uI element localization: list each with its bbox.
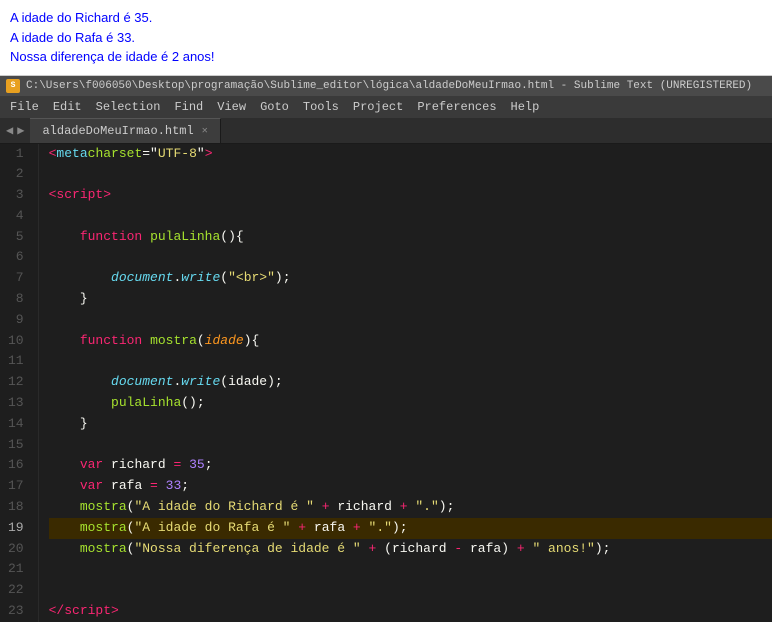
ln-20: 20 bbox=[8, 539, 28, 560]
tab-label: aldadeDoMeuIrmao.html bbox=[42, 124, 193, 138]
ln-15: 15 bbox=[8, 435, 28, 456]
nav-back-icon[interactable]: ◀ bbox=[6, 123, 13, 138]
nav-arrows: ◀ ▶ bbox=[0, 119, 30, 142]
output-line-2: A idade do Rafa é 33. bbox=[10, 28, 762, 48]
code-line-13: pulaLinha(); bbox=[49, 393, 772, 414]
title-bar: S C:\Users\f006050\Desktop\programação\S… bbox=[0, 76, 772, 96]
menu-project[interactable]: Project bbox=[347, 98, 409, 116]
ln-10: 10 bbox=[8, 331, 28, 352]
code-line-23: </script> bbox=[49, 601, 772, 622]
code-area[interactable]: <meta charset="UTF-8"> <script> function… bbox=[39, 144, 772, 622]
ln-7: 7 bbox=[8, 268, 28, 289]
output-line-3: Nossa diferença de idade é 2 anos! bbox=[10, 47, 762, 67]
menu-selection[interactable]: Selection bbox=[90, 98, 167, 116]
menu-preferences[interactable]: Preferences bbox=[411, 98, 502, 116]
ln-3: 3 bbox=[8, 185, 28, 206]
ln-9: 9 bbox=[8, 310, 28, 331]
ln-19: 19 bbox=[8, 518, 28, 539]
ln-23: 23 bbox=[8, 601, 28, 622]
output-line-1: A idade do Richard é 35. bbox=[10, 8, 762, 28]
code-line-19: mostra("A idade do Rafa é " + rafa + "."… bbox=[49, 518, 772, 539]
code-line-11 bbox=[49, 351, 772, 372]
menu-find[interactable]: Find bbox=[168, 98, 209, 116]
ln-14: 14 bbox=[8, 414, 28, 435]
code-line-7: document.write("<br>"); bbox=[49, 268, 772, 289]
menu-bar: File Edit Selection Find View Goto Tools… bbox=[0, 96, 772, 118]
code-line-4 bbox=[49, 206, 772, 227]
code-line-17: var rafa = 33; bbox=[49, 476, 772, 497]
tab-close-icon[interactable]: ✕ bbox=[202, 125, 208, 137]
code-line-15 bbox=[49, 435, 772, 456]
code-line-1: <meta charset="UTF-8"> bbox=[49, 144, 772, 165]
code-line-8: } bbox=[49, 289, 772, 310]
tab-aldade[interactable]: aldadeDoMeuIrmao.html ✕ bbox=[30, 118, 220, 143]
ln-16: 16 bbox=[8, 455, 28, 476]
menu-help[interactable]: Help bbox=[505, 98, 546, 116]
ln-11: 11 bbox=[8, 351, 28, 372]
code-line-21 bbox=[49, 559, 772, 580]
code-line-20: mostra("Nossa diferença de idade é " + (… bbox=[49, 539, 772, 560]
menu-goto[interactable]: Goto bbox=[254, 98, 295, 116]
tab-bar: ◀ ▶ aldadeDoMeuIrmao.html ✕ bbox=[0, 118, 772, 144]
ln-12: 12 bbox=[8, 372, 28, 393]
ln-13: 13 bbox=[8, 393, 28, 414]
ln-2: 2 bbox=[8, 164, 28, 185]
nav-forward-icon[interactable]: ▶ bbox=[17, 123, 24, 138]
code-line-16: var richard = 35; bbox=[49, 455, 772, 476]
ln-8: 8 bbox=[8, 289, 28, 310]
browser-output: A idade do Richard é 35. A idade do Rafa… bbox=[0, 0, 772, 76]
menu-file[interactable]: File bbox=[4, 98, 45, 116]
ln-21: 21 bbox=[8, 559, 28, 580]
code-line-18: mostra("A idade do Richard é " + richard… bbox=[49, 497, 772, 518]
app-icon: S bbox=[6, 79, 20, 93]
line-numbers: 1 2 3 4 5 6 7 8 9 10 11 12 13 14 15 16 1… bbox=[0, 144, 39, 622]
code-line-22 bbox=[49, 580, 772, 601]
menu-view[interactable]: View bbox=[211, 98, 252, 116]
editor: 1 2 3 4 5 6 7 8 9 10 11 12 13 14 15 16 1… bbox=[0, 144, 772, 622]
code-line-14: } bbox=[49, 414, 772, 435]
title-text: C:\Users\f006050\Desktop\programação\Sub… bbox=[26, 80, 752, 92]
code-line-3: <script> bbox=[49, 185, 772, 206]
ln-17: 17 bbox=[8, 476, 28, 497]
menu-edit[interactable]: Edit bbox=[47, 98, 88, 116]
ln-6: 6 bbox=[8, 247, 28, 268]
code-line-9 bbox=[49, 310, 772, 331]
ln-22: 22 bbox=[8, 580, 28, 601]
ln-18: 18 bbox=[8, 497, 28, 518]
ln-4: 4 bbox=[8, 206, 28, 227]
code-line-6 bbox=[49, 247, 772, 268]
ln-5: 5 bbox=[8, 227, 28, 248]
code-line-5: function pulaLinha(){ bbox=[49, 227, 772, 248]
code-line-12: document.write(idade); bbox=[49, 372, 772, 393]
ln-1: 1 bbox=[8, 144, 28, 165]
menu-tools[interactable]: Tools bbox=[297, 98, 345, 116]
code-line-2 bbox=[49, 164, 772, 185]
code-line-10: function mostra(idade){ bbox=[49, 331, 772, 352]
